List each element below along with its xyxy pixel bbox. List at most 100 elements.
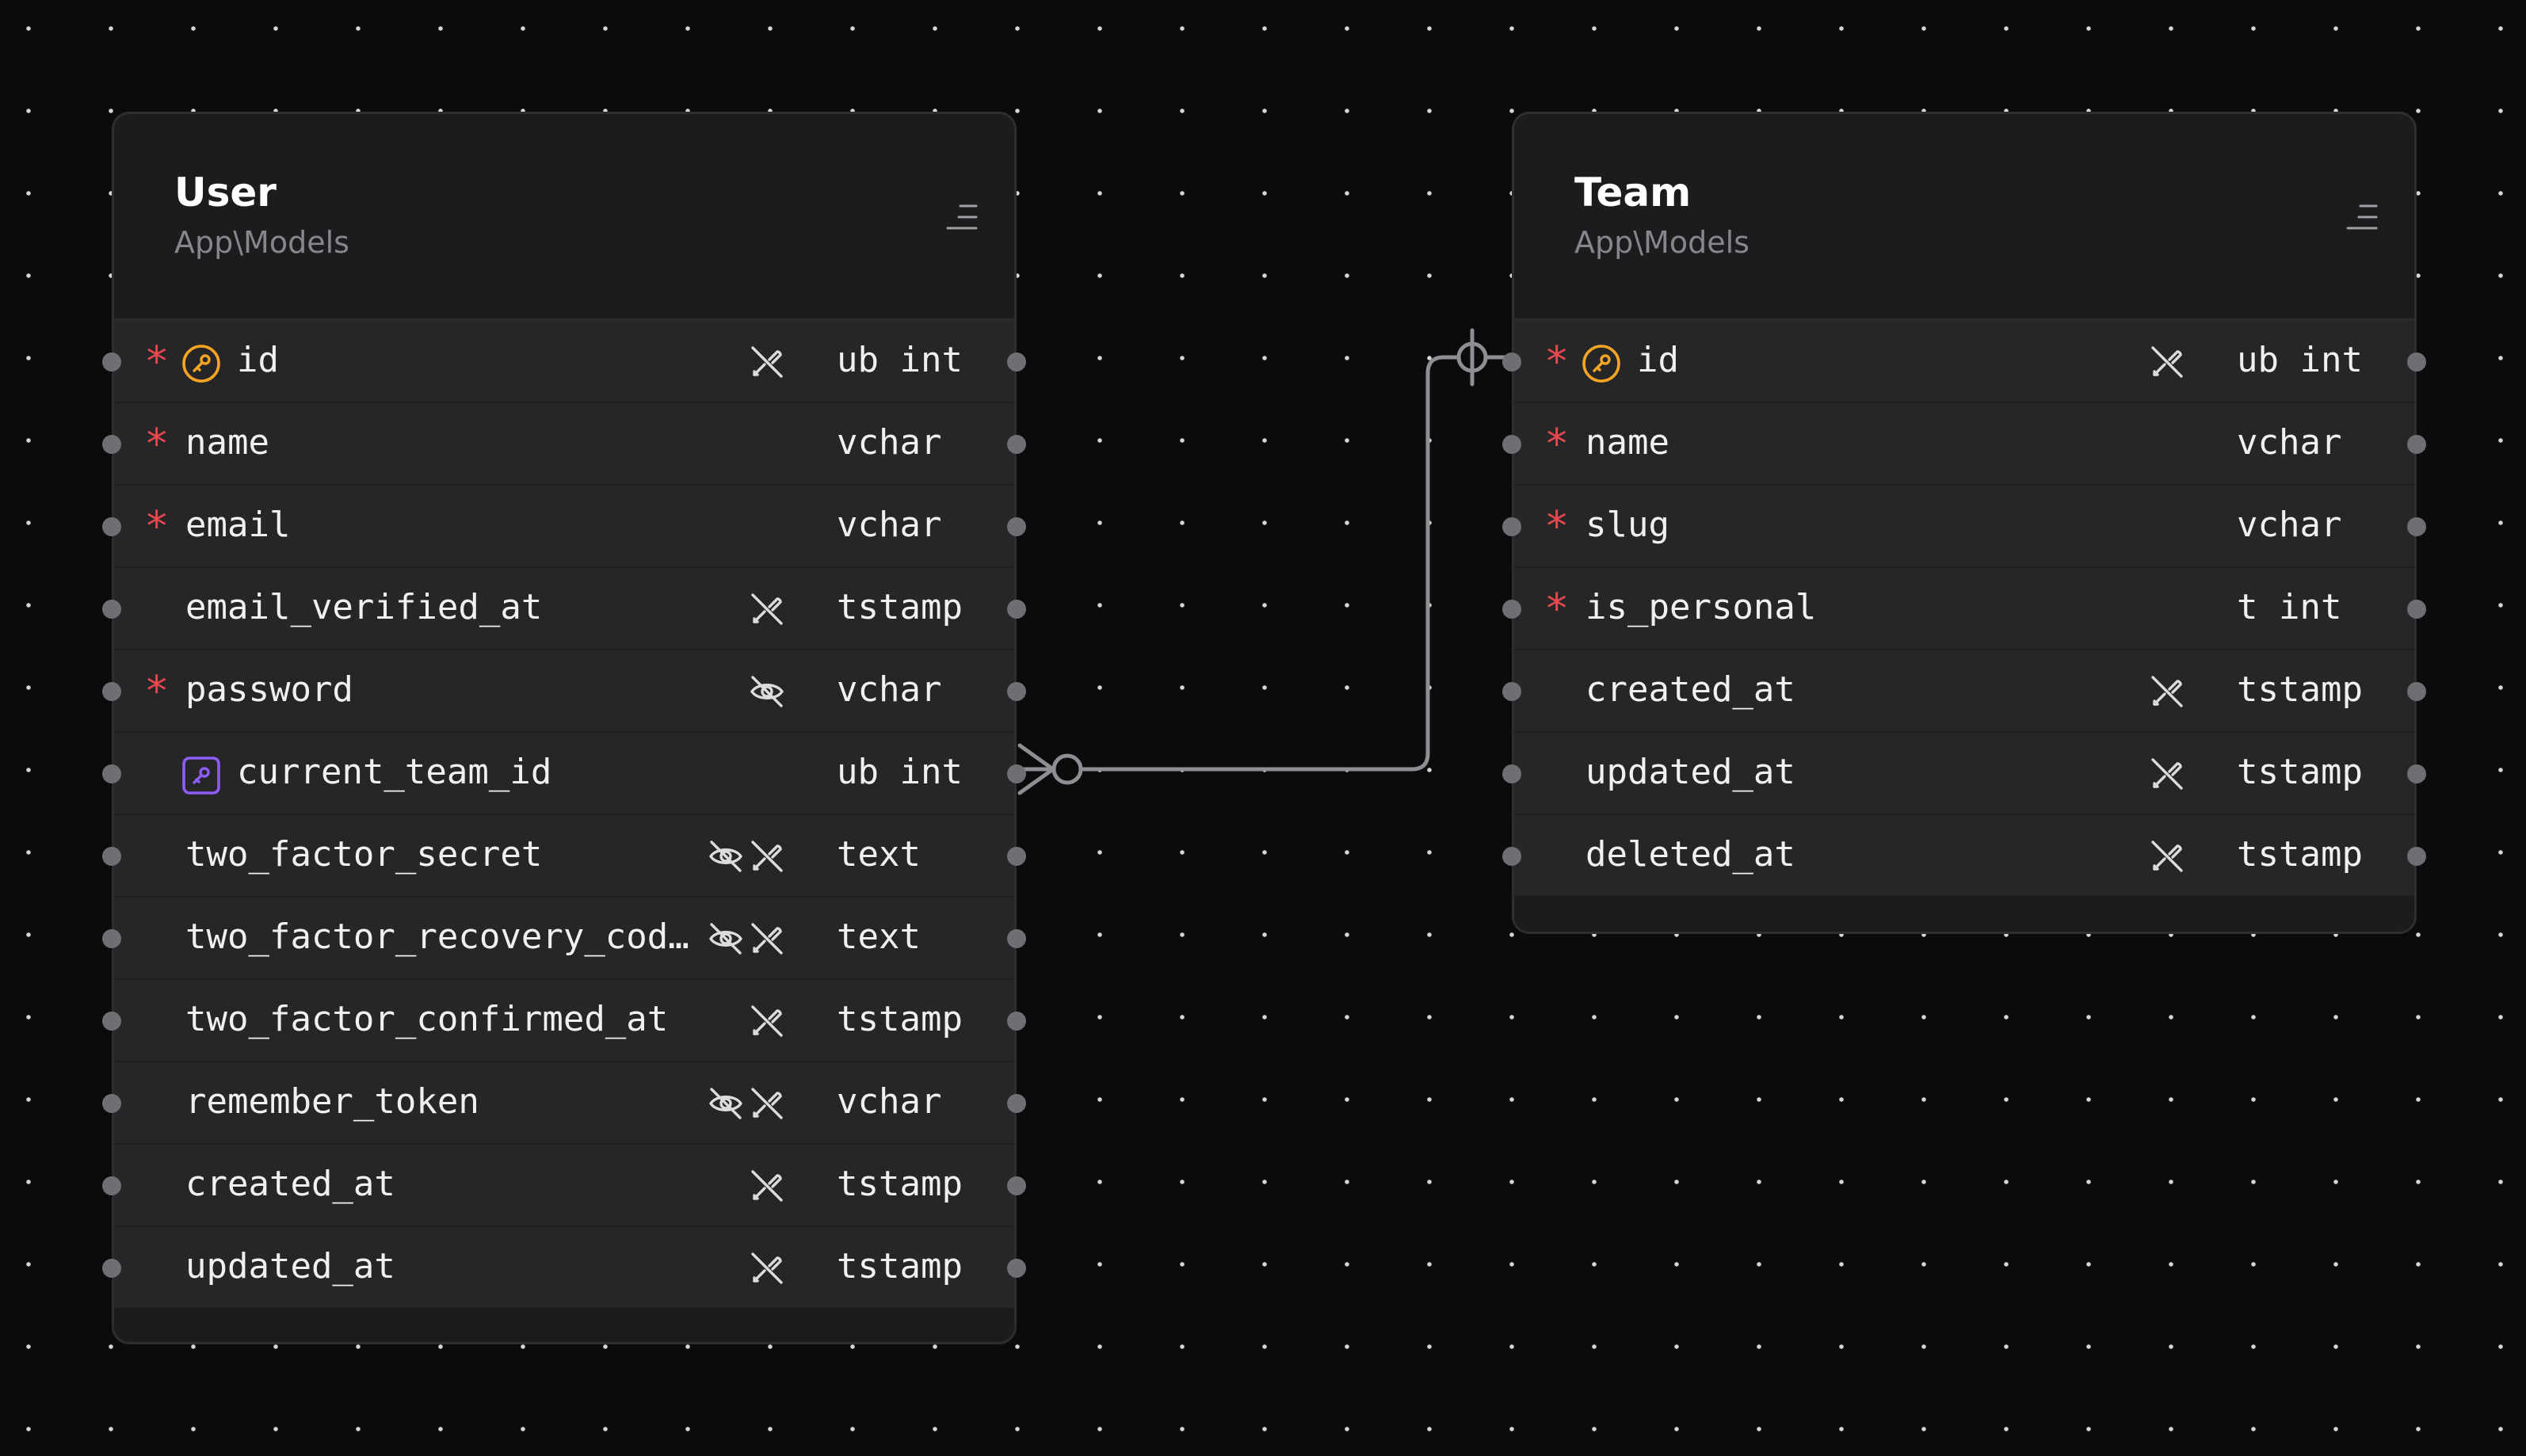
connection-handle[interactable] xyxy=(2407,764,2426,783)
connection-handle[interactable] xyxy=(2407,435,2426,454)
connection-handle[interactable] xyxy=(1007,1012,1026,1031)
nullable-off-icon xyxy=(2148,837,2186,875)
connection-handle[interactable] xyxy=(1502,847,1521,866)
field-row[interactable]: two_factor_secret text xyxy=(102,815,1026,898)
primary-key-icon xyxy=(1581,343,1622,384)
field-row[interactable]: * name vchar xyxy=(102,403,1026,486)
nullable-off-icon xyxy=(748,343,786,381)
connection-handle[interactable] xyxy=(1007,929,1026,948)
connection-handle[interactable] xyxy=(2407,517,2426,536)
field-row[interactable]: deleted_at tstamp xyxy=(1502,815,2426,898)
connection-handle[interactable] xyxy=(102,764,121,783)
primary-key-icon xyxy=(181,343,222,384)
field-type: vchar xyxy=(837,669,942,710)
field-row[interactable]: * name vchar xyxy=(1502,403,2426,486)
field-name: created_at xyxy=(1585,669,1795,710)
field-type: ub int xyxy=(837,752,963,792)
team-table-node[interactable]: Team App\Models * id ub int * name vchar * slug… xyxy=(1502,112,2426,934)
field-row[interactable]: updated_at tstamp xyxy=(1502,733,2426,815)
connection-handle[interactable] xyxy=(2407,600,2426,619)
field-row[interactable]: * id ub int xyxy=(1502,321,2426,403)
required-icon: * xyxy=(1544,338,1570,386)
field-type: vchar xyxy=(837,422,942,463)
field-row[interactable]: * slug vchar xyxy=(1502,486,2426,568)
field-type: tstamp xyxy=(2237,669,2363,710)
nullable-off-icon xyxy=(748,1167,786,1205)
connection-handle[interactable] xyxy=(1007,1094,1026,1113)
nullable-off-icon xyxy=(748,837,786,875)
field-type: vchar xyxy=(2237,422,2342,463)
field-row[interactable]: * password vchar xyxy=(102,650,1026,733)
connection-handle[interactable] xyxy=(2407,682,2426,701)
field-type: vchar xyxy=(2237,505,2342,545)
connection-handle[interactable] xyxy=(1007,764,1026,783)
field-row[interactable]: * is_personal t int xyxy=(1502,568,2426,650)
hidden-icon xyxy=(748,673,786,711)
field-row[interactable]: * email vchar xyxy=(102,486,1026,568)
table-header[interactable]: Team App\Models xyxy=(1514,114,2414,321)
connection-handle[interactable] xyxy=(2407,353,2426,372)
field-name: id xyxy=(1637,340,1679,380)
required-icon: * xyxy=(144,668,170,715)
connection-handle[interactable] xyxy=(102,435,121,454)
table-namespace: App\Models xyxy=(174,225,349,260)
field-name: password xyxy=(185,669,353,710)
connection-handle[interactable] xyxy=(1502,517,1521,536)
connection-handle[interactable] xyxy=(2407,847,2426,866)
menu-icon[interactable] xyxy=(944,200,981,236)
connection-handle[interactable] xyxy=(102,1176,121,1195)
required-icon: * xyxy=(144,421,170,468)
connection-handle[interactable] xyxy=(1502,600,1521,619)
hidden-icon xyxy=(707,837,745,875)
connection-handle[interactable] xyxy=(1502,353,1521,372)
field-name: current_team_id xyxy=(237,752,552,792)
connection-handle[interactable] xyxy=(102,1094,121,1113)
field-name: name xyxy=(185,422,269,463)
field-type: tstamp xyxy=(837,999,963,1039)
connection-handle[interactable] xyxy=(1502,435,1521,454)
field-type: tstamp xyxy=(837,1246,963,1286)
field-type: tstamp xyxy=(2237,752,2363,792)
field-row[interactable]: two_factor_recovery_cod… text xyxy=(102,898,1026,980)
field-row[interactable]: created_at tstamp xyxy=(1502,650,2426,733)
table-title: Team xyxy=(1574,170,1692,215)
field-row[interactable]: * id ub int xyxy=(102,321,1026,403)
connection-handle[interactable] xyxy=(102,929,121,948)
required-icon: * xyxy=(144,338,170,386)
field-row[interactable]: remember_token vchar xyxy=(102,1062,1026,1145)
connection-handle[interactable] xyxy=(1007,1259,1026,1278)
connection-handle[interactable] xyxy=(1007,1176,1026,1195)
nullable-off-icon xyxy=(748,590,786,628)
table-header[interactable]: User App\Models xyxy=(114,114,1014,321)
field-type: tstamp xyxy=(837,587,963,627)
field-name: two_factor_secret xyxy=(185,834,543,875)
field-list: * id ub int * name vchar * slug vchar * is_persona… xyxy=(1502,321,2426,898)
connection-handle[interactable] xyxy=(1007,353,1026,372)
connection-handle[interactable] xyxy=(102,600,121,619)
connection-handle[interactable] xyxy=(102,1259,121,1278)
connection-handle[interactable] xyxy=(102,682,121,701)
user-table-node[interactable]: User App\Models * id ub int * name vchar * emai… xyxy=(102,112,1026,1344)
connection-handle[interactable] xyxy=(1502,682,1521,701)
field-row[interactable]: updated_at tstamp xyxy=(102,1227,1026,1309)
field-name: two_factor_confirmed_at xyxy=(185,999,669,1039)
connection-handle[interactable] xyxy=(1502,764,1521,783)
connection-handle[interactable] xyxy=(1007,600,1026,619)
cardinality-optional-marker xyxy=(1051,753,1083,785)
connection-handle[interactable] xyxy=(1007,517,1026,536)
field-type: tstamp xyxy=(837,1164,963,1204)
connection-handle[interactable] xyxy=(102,1012,121,1031)
connection-handle[interactable] xyxy=(102,517,121,536)
connection-handle[interactable] xyxy=(1007,847,1026,866)
field-row[interactable]: created_at tstamp xyxy=(102,1145,1026,1227)
connection-handle[interactable] xyxy=(1007,682,1026,701)
connection-handle[interactable] xyxy=(102,353,121,372)
relation-edge[interactable] xyxy=(1064,355,1488,772)
field-row[interactable]: two_factor_confirmed_at tstamp xyxy=(102,980,1026,1062)
connection-handle[interactable] xyxy=(102,847,121,866)
nullable-off-icon xyxy=(2148,343,2186,381)
menu-icon[interactable] xyxy=(2345,200,2381,236)
field-row[interactable]: current_team_id ub int xyxy=(102,733,1026,815)
connection-handle[interactable] xyxy=(1007,435,1026,454)
field-row[interactable]: email_verified_at tstamp xyxy=(102,568,1026,650)
